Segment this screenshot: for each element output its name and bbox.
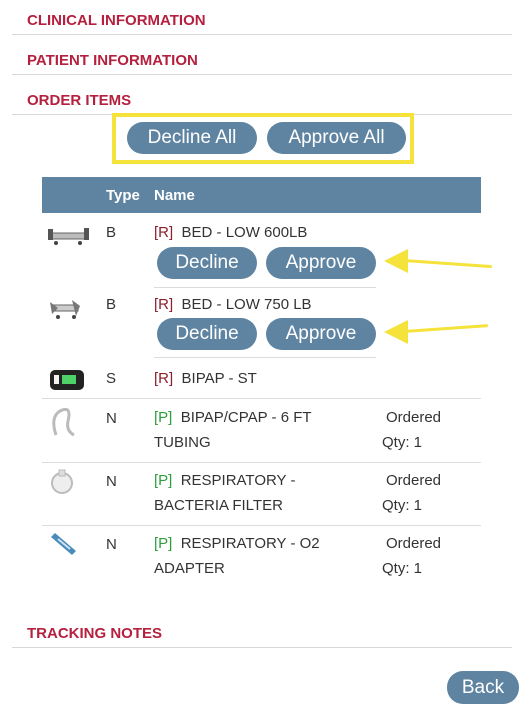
- item-tag: [P]: [154, 535, 173, 552]
- column-header-name: Name: [154, 187, 195, 204]
- back-button[interactable]: Back: [447, 671, 519, 704]
- tubing-icon: [52, 407, 75, 437]
- bipap-machine-icon: [50, 370, 84, 390]
- item-qty: Qty: 1: [382, 497, 423, 514]
- item-name: [P] BIPAP/CPAP - 6 FT TUBING: [154, 405, 312, 455]
- decline-all-button[interactable]: Decline All: [127, 122, 257, 154]
- approve-button[interactable]: Approve: [266, 247, 376, 279]
- item-status-text: Ordered: [386, 472, 442, 489]
- approve-button[interactable]: Approve: [266, 318, 376, 350]
- column-header-type: Type: [106, 187, 140, 204]
- item-name: [P] RESPIRATORY - O2 ADAPTER: [154, 531, 320, 581]
- row-divider: [42, 525, 481, 526]
- section-patient-information[interactable]: PATIENT INFORMATION: [12, 51, 512, 75]
- decline-button[interactable]: Decline: [157, 247, 257, 279]
- item-type: S: [106, 370, 117, 387]
- bed-icon: [50, 300, 80, 319]
- item-type: N: [106, 473, 117, 490]
- item-type: N: [106, 410, 117, 427]
- item-tag: [R]: [154, 296, 174, 313]
- item-name-text-line2: TUBING: [154, 434, 211, 451]
- item-name: [P] RESPIRATORY - BACTERIA FILTER: [154, 468, 295, 518]
- table-row: S [R] BIPAP - ST: [42, 367, 481, 397]
- item-tag: [P]: [154, 472, 173, 489]
- item-qty: Qty: 1: [382, 434, 423, 451]
- row-divider: [42, 462, 481, 463]
- item-name-text: BED - LOW 750 LB: [181, 296, 312, 313]
- item-qty: Qty: 1: [382, 560, 423, 577]
- table-header: Type Name: [42, 177, 481, 213]
- item-status: Ordered Qty: 1: [382, 531, 441, 581]
- item-type: B: [106, 224, 117, 241]
- annotation-arrow-icon: [384, 319, 488, 345]
- table-row: N [P] RESPIRATORY - O2 ADAPTER Ordered Q…: [42, 531, 481, 587]
- item-name-text-line2: BACTERIA FILTER: [154, 497, 283, 514]
- item-status-text: Ordered: [386, 535, 442, 552]
- section-order-items[interactable]: ORDER ITEMS: [12, 91, 512, 115]
- item-status: Ordered Qty: 1: [382, 468, 441, 518]
- item-name: [R] BIPAP - ST: [154, 366, 257, 391]
- item-status: Ordered Qty: 1: [382, 405, 441, 455]
- bed-icon: [48, 228, 89, 245]
- item-name-text: BIPAP/CPAP - 6 FT: [180, 409, 312, 426]
- section-tracking-notes[interactable]: TRACKING NOTES: [12, 624, 512, 648]
- item-name-text: RESPIRATORY -: [180, 472, 296, 489]
- approve-all-button[interactable]: Approve All: [267, 122, 406, 154]
- annotation-arrow-icon: [384, 248, 492, 274]
- item-type: B: [106, 296, 117, 313]
- bacteria-filter-icon: [51, 469, 73, 494]
- item-tag: [R]: [154, 224, 174, 241]
- o2-adapter-icon: [51, 533, 76, 555]
- item-tag: [R]: [154, 370, 174, 387]
- item-tag: [P]: [154, 409, 173, 426]
- item-name-text: BED - LOW 600LB: [181, 224, 308, 241]
- row-divider: [154, 357, 376, 358]
- table-row: N [P] RESPIRATORY - BACTERIA FILTER Orde…: [42, 468, 481, 524]
- item-name-text: RESPIRATORY - O2: [180, 535, 320, 552]
- item-name-text-line2: ADAPTER: [154, 560, 225, 577]
- row-divider: [154, 287, 376, 288]
- row-divider: [42, 398, 481, 399]
- item-name: [R] BED - LOW 750 LB: [154, 292, 312, 317]
- item-name: [R] BED - LOW 600LB: [154, 220, 307, 245]
- section-clinical-information[interactable]: CLINICAL INFORMATION: [12, 11, 512, 35]
- decline-button[interactable]: Decline: [157, 318, 257, 350]
- table-row: N [P] BIPAP/CPAP - 6 FT TUBING Ordered Q…: [42, 405, 481, 461]
- item-name-text: BIPAP - ST: [181, 370, 257, 387]
- item-status-text: Ordered: [386, 409, 442, 426]
- item-type: N: [106, 536, 117, 553]
